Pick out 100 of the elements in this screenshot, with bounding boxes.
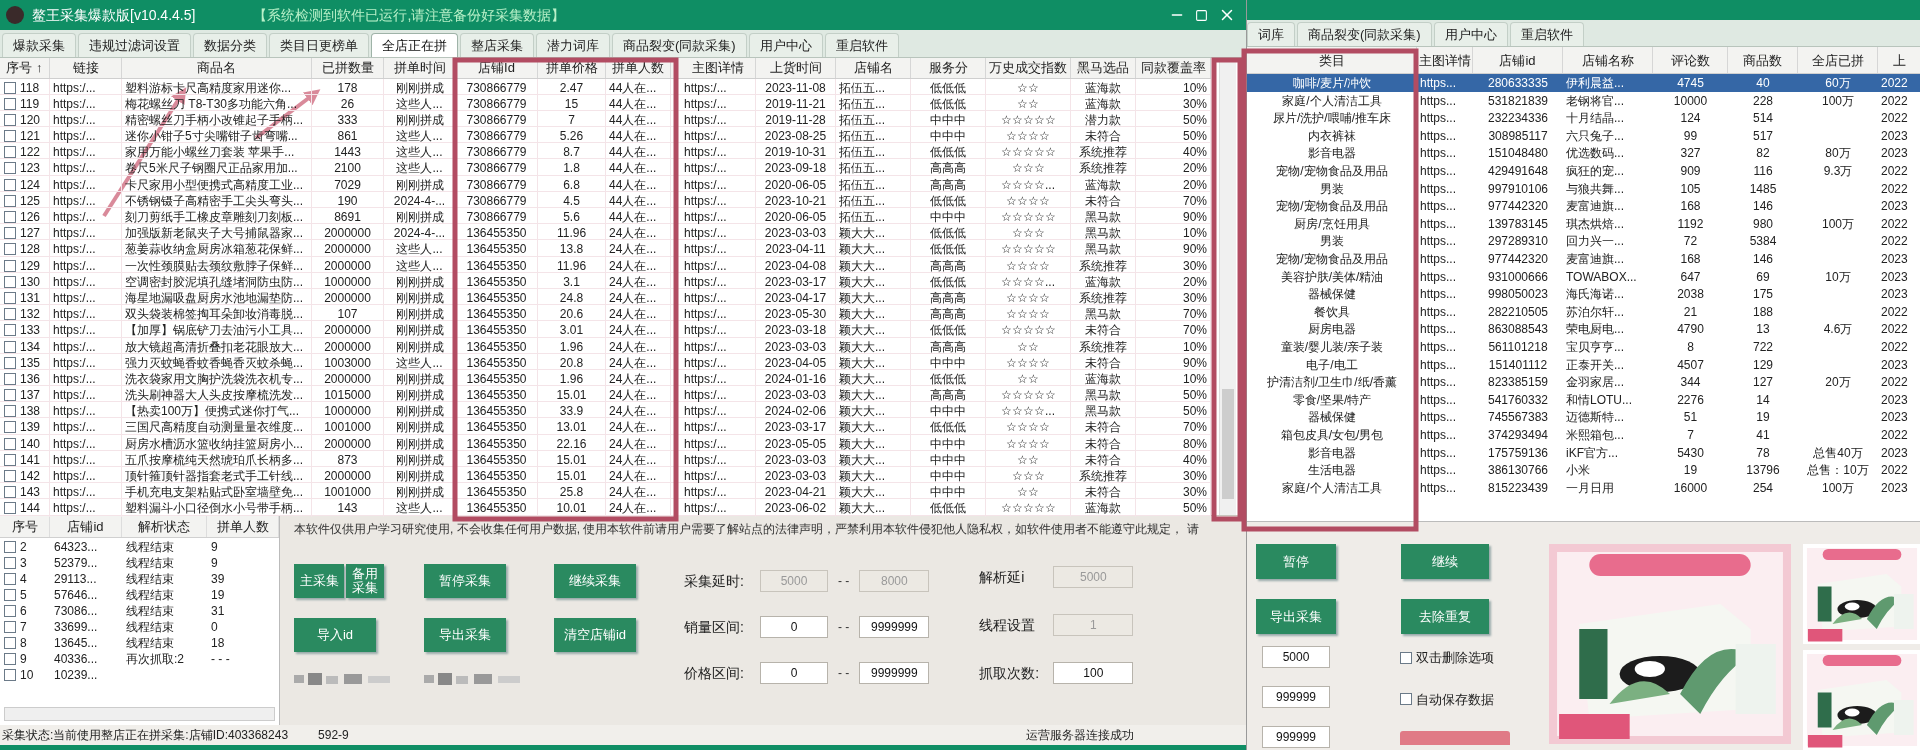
checkbox[interactable] xyxy=(4,81,16,94)
column-header[interactable]: 上 xyxy=(1878,47,1920,74)
input-field[interactable]: 999999 xyxy=(1262,686,1330,708)
checkbox[interactable] xyxy=(4,470,16,482)
checkbox[interactable] xyxy=(4,194,16,207)
table-row[interactable]: 尿片/洗护/喂哺/推车床 https... 232234336 十月结晶... 124 514 2022 xyxy=(1247,109,1920,128)
column-header[interactable]: 链接 xyxy=(50,58,122,78)
checkbox[interactable] xyxy=(4,637,16,649)
input-field[interactable]: 5000 xyxy=(1262,646,1330,668)
tab[interactable]: 潜力词库 xyxy=(536,33,610,57)
scrollbar[interactable] xyxy=(4,707,275,721)
table-row[interactable]: 影音电器 https... 151048480 优选数码... 327 82 80万 2023 xyxy=(1247,144,1920,163)
action-button[interactable]: 清空店铺id xyxy=(554,618,636,652)
table-row[interactable]: 厨房电器 https... 863088543 荣电厨电... 4790 13 4.6万 2022 xyxy=(1247,320,1920,339)
column-header[interactable]: 上货时间 xyxy=(756,58,836,78)
checkbox[interactable] xyxy=(4,437,16,450)
checkbox[interactable] xyxy=(4,146,16,159)
column-header[interactable]: 万史成交指数 xyxy=(986,58,1071,78)
checkbox[interactable] xyxy=(4,211,16,223)
column-header[interactable]: 序号 ↑ xyxy=(0,58,50,78)
checkbox[interactable] xyxy=(4,453,16,466)
tab[interactable]: 词库 xyxy=(1247,22,1295,47)
input-field[interactable]: 9999999 xyxy=(859,616,930,638)
table-row[interactable]: 生活电器 https... 386130766 小米 19 13796 总售：10万 2022 xyxy=(1247,461,1920,479)
action-button[interactable]: 备用采集 xyxy=(346,564,384,598)
checkbox[interactable] xyxy=(4,389,16,402)
table-row[interactable]: 宠物/宠物食品及用品 https... 977442320 麦富迪旗... 168 146 2023 xyxy=(1247,250,1920,268)
checkbox[interactable] xyxy=(4,669,16,681)
action-button[interactable]: 导入id xyxy=(294,618,376,652)
column-header[interactable]: 解析状态 xyxy=(122,516,207,537)
table-row[interactable]: 餐饮具 https... 282210505 苏泊尔轩... 21 188 2022 xyxy=(1247,303,1920,321)
checkbox[interactable] xyxy=(1400,693,1412,706)
checkbox[interactable] xyxy=(4,227,16,240)
table-row[interactable]: 男装 https... 997910106 与狼共舞... 105 1485 2022 xyxy=(1247,179,1920,198)
column-header[interactable]: 服务分 xyxy=(911,58,986,78)
tab[interactable]: 用户中心 xyxy=(1433,22,1508,47)
action-button[interactable]: 导出采集 xyxy=(424,618,506,652)
table-row[interactable]: 护清洁剂/卫生巾/纸/香薰 https... 823385159 金羽家居... 344 127 20万 2022 xyxy=(1247,373,1920,391)
input-field[interactable]: 0 xyxy=(760,662,828,684)
table-row[interactable]: 童装/婴儿装/亲子装 https... 561101218 宝贝亨亨... 8 722 2022 xyxy=(1247,338,1920,356)
checkbox[interactable] xyxy=(4,356,16,369)
checkbox[interactable] xyxy=(4,541,16,553)
column-header[interactable]: 拼单时间 xyxy=(384,58,456,78)
column-header[interactable]: 主图详情 xyxy=(1417,47,1473,74)
tab[interactable]: 违规过滤词设置 xyxy=(78,33,191,57)
column-header[interactable]: 拼单价格 xyxy=(538,58,606,78)
checkbox[interactable] xyxy=(4,324,16,337)
checkbox[interactable] xyxy=(4,621,16,633)
checkbox[interactable] xyxy=(4,486,16,499)
column-header[interactable]: 拼单人数 xyxy=(606,58,671,78)
checkbox[interactable] xyxy=(4,291,16,304)
table-row[interactable]: 美容护肤/美体/精油 https... 931000666 TOWABOX... 647 69 10万 2023 xyxy=(1247,267,1920,286)
table-row[interactable]: 影音电器 https... 175759136 iKF官方... 5430 78 总售40万 2023 xyxy=(1247,443,1920,462)
tab[interactable]: 重启软件 xyxy=(824,33,899,57)
checkbox[interactable] xyxy=(4,573,16,585)
action-button[interactable]: 继续采集 xyxy=(554,564,636,598)
table-row[interactable]: 零食/坚果/特产 https... 541760332 和情LOTU... 2276 14 2023 xyxy=(1247,391,1920,409)
column-header[interactable]: 拼单人数 xyxy=(207,516,279,537)
checkbox[interactable] xyxy=(4,557,16,569)
column-header[interactable]: 主图详情 xyxy=(681,58,756,78)
table-row[interactable]: 男装 https... 297289310 回力兴一... 72 5384 2022 xyxy=(1247,232,1920,251)
checkbox[interactable] xyxy=(4,178,16,191)
table-row[interactable]: 家庭/个人清洁工具 https... 531821839 老钢将官... 10000 228 100万 2022 xyxy=(1247,91,1920,110)
table-row[interactable]: 宠物/宠物食品及用品 https... 429491648 疯狂的宠... 909 116 9.3万 2022 xyxy=(1247,162,1920,180)
action-button[interactable]: 暂停 xyxy=(1256,544,1336,579)
checkbox[interactable] xyxy=(4,605,16,617)
column-header[interactable]: 评论数 xyxy=(1653,47,1728,74)
checkbox[interactable] xyxy=(4,259,16,272)
column-header[interactable]: 店铺id xyxy=(1473,47,1563,74)
input-field[interactable]: 999999 xyxy=(1262,726,1330,748)
checkbox[interactable] xyxy=(4,275,16,288)
action-button[interactable]: 继续 xyxy=(1401,544,1489,579)
tab[interactable]: 全店正在拼 xyxy=(371,33,458,57)
tab[interactable]: 重启软件 xyxy=(1509,22,1584,47)
checkbox[interactable] xyxy=(4,97,16,110)
column-header[interactable]: 店铺Id xyxy=(456,58,538,78)
column-header[interactable]: 已拼数量 xyxy=(312,58,384,78)
column-header[interactable]: 店铺id xyxy=(50,516,122,537)
column-header[interactable]: 店铺名称 xyxy=(1563,47,1653,74)
table-row[interactable]: 器械保健 https... 998050023 海氏海诺... 2038 175 2023 xyxy=(1247,285,1920,303)
column-header[interactable]: 同款覆盖率 xyxy=(1136,58,1211,78)
input-field[interactable]: 100 xyxy=(1053,662,1134,684)
maximize-icon[interactable] xyxy=(1195,8,1208,22)
table-row[interactable]: 电子/电工 https... 151401112 正泰开关... 4507 129 2023 xyxy=(1247,355,1920,374)
checkbox[interactable] xyxy=(4,589,16,601)
column-header[interactable]: 序号 xyxy=(0,516,50,537)
column-header[interactable]: 商品数 xyxy=(1728,47,1798,74)
table-row[interactable]: 宠物/宠物食品及用品 https... 977442320 麦富迪旗... 168 146 2023 xyxy=(1247,197,1920,216)
checkbox[interactable] xyxy=(4,162,16,175)
table-row[interactable]: 厨房/烹饪用具 https... 139783145 琪杰烘焙... 1192 980 100万 2022 xyxy=(1247,215,1920,233)
input-field[interactable]: 0 xyxy=(760,616,828,638)
action-button[interactable]: 暂停采集 xyxy=(424,564,506,598)
column-header[interactable]: 全店已拼 xyxy=(1798,47,1878,74)
checkbox[interactable] xyxy=(4,130,16,143)
checkbox[interactable] xyxy=(4,372,16,385)
checkbox[interactable] xyxy=(4,653,16,665)
checkbox[interactable] xyxy=(4,502,16,515)
input-field[interactable]: 9999999 xyxy=(859,662,930,684)
tab[interactable]: 类目日更榜单 xyxy=(269,33,369,57)
table-row[interactable]: 咖啡/麦片/冲饮 https... 280633335 伊利晨益... 4745 40 60万 2022 xyxy=(1247,74,1920,92)
